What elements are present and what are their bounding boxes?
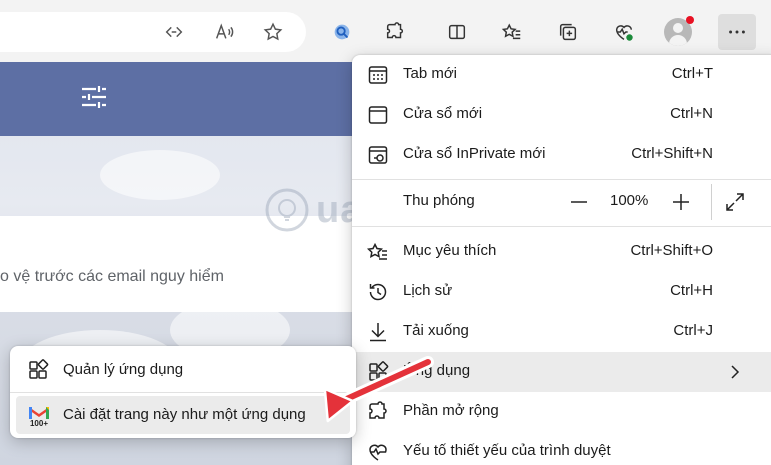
mail-search-bar[interactable]: [0, 62, 380, 136]
menu-label: Phần mở rộng: [403, 402, 499, 419]
menu-label: Ứng dụng: [403, 362, 471, 379]
watermark-bulb-icon: [265, 188, 309, 232]
menu-divider: [352, 179, 771, 180]
panel-text: o vệ trước các email nguy hiểm: [0, 268, 224, 285]
submenu-label: Cài đặt trang này như một ứng dụng: [63, 406, 306, 423]
fullscreen-icon: [726, 193, 744, 211]
search-options-icon[interactable]: [79, 84, 109, 110]
browser-essentials-icon: [366, 440, 390, 464]
fullscreen-button[interactable]: [724, 191, 746, 213]
menu-item-inprivate[interactable]: Cửa sổ InPrivate mới Ctrl+Shift+N: [352, 135, 771, 175]
gmail-icon: 100+: [29, 407, 49, 428]
apps-submenu: Quản lý ứng dụng 100+ Cài đặt trang này …: [10, 346, 356, 438]
chevron-right-icon: [731, 365, 740, 379]
menu-item-apps[interactable]: Ứng dụng: [352, 352, 771, 392]
history-icon: [366, 280, 390, 304]
menu-label: Thu phóng: [403, 192, 475, 209]
menu-shortcut: Ctrl+Shift+N: [631, 145, 713, 162]
menu-label: Tab mới: [403, 65, 458, 82]
inprivate-icon: [366, 143, 390, 167]
menu-label: Tải xuống: [403, 322, 469, 339]
menu-item-new-tab[interactable]: Tab mới Ctrl+T: [352, 55, 771, 95]
favorites-icon: [366, 240, 390, 264]
menu-item-new-window[interactable]: Cửa sổ mới Ctrl+N: [352, 95, 771, 135]
menu-item-history[interactable]: Lịch sử Ctrl+H: [352, 272, 771, 312]
submenu-label: Quản lý ứng dụng: [63, 361, 184, 378]
browser-health-icon[interactable]: [607, 15, 641, 49]
split-screen-icon[interactable]: [440, 15, 474, 49]
zoom-separator: [711, 184, 712, 220]
manage-apps-icon: [26, 358, 50, 382]
cloud-decoration: [100, 150, 220, 200]
submenu-item-install-as-app[interactable]: 100+ Cài đặt trang này như một ứng dụng: [16, 396, 350, 434]
collections-icon[interactable]: [551, 15, 585, 49]
apps-icon: [366, 360, 390, 384]
menu-item-zoom: Thu phóng 100%: [352, 182, 771, 222]
menu-shortcut: Ctrl+H: [670, 282, 713, 299]
menu-label: Mục yêu thích: [403, 242, 497, 259]
extensions-icon: [366, 400, 390, 424]
plus-icon: [673, 194, 689, 210]
browser-toolbar: [0, 0, 771, 62]
settings-menu: Tab mới Ctrl+T Cửa sổ mới Ctrl+N Cửa sổ …: [352, 55, 771, 465]
zoom-in-button[interactable]: [670, 191, 692, 213]
menu-label: Cửa sổ mới: [403, 105, 483, 122]
submenu-divider: [10, 392, 356, 393]
more-options-icon[interactable]: [718, 14, 756, 50]
menu-item-browser-essentials[interactable]: Yếu tố thiết yếu của trình duyệt: [352, 432, 771, 465]
new-window-icon: [366, 103, 390, 127]
minus-icon: [571, 201, 587, 203]
menu-label: Yếu tố thiết yếu của trình duyệt: [403, 442, 611, 459]
favorite-star-icon[interactable]: [256, 15, 290, 49]
extension-search-icon[interactable]: [325, 15, 359, 49]
extensions-puzzle-icon[interactable]: [378, 15, 412, 49]
download-icon: [366, 320, 390, 344]
menu-divider: [352, 226, 771, 227]
notification-dot: [686, 16, 694, 24]
link-icon[interactable]: [157, 15, 191, 49]
menu-shortcut: Ctrl+T: [671, 65, 713, 82]
gmail-badge: 100+: [30, 419, 48, 428]
menu-item-favorites[interactable]: Mục yêu thích Ctrl+Shift+O: [352, 232, 771, 272]
menu-item-downloads[interactable]: Tải xuống Ctrl+J: [352, 312, 771, 352]
menu-shortcut: Ctrl+N: [670, 105, 713, 122]
menu-item-extensions[interactable]: Phần mở rộng: [352, 392, 771, 432]
favorites-list-icon[interactable]: [495, 15, 529, 49]
read-aloud-icon[interactable]: [207, 15, 241, 49]
new-tab-icon: [366, 63, 390, 87]
menu-shortcut: Ctrl+J: [673, 322, 713, 339]
menu-label: Lịch sử: [403, 282, 453, 299]
zoom-out-button[interactable]: [568, 191, 590, 213]
submenu-item-manage-apps[interactable]: Quản lý ứng dụng: [16, 351, 350, 389]
menu-label: Cửa sổ InPrivate mới: [403, 145, 546, 162]
menu-shortcut: Ctrl+Shift+O: [630, 242, 713, 259]
zoom-level: 100%: [610, 192, 649, 209]
